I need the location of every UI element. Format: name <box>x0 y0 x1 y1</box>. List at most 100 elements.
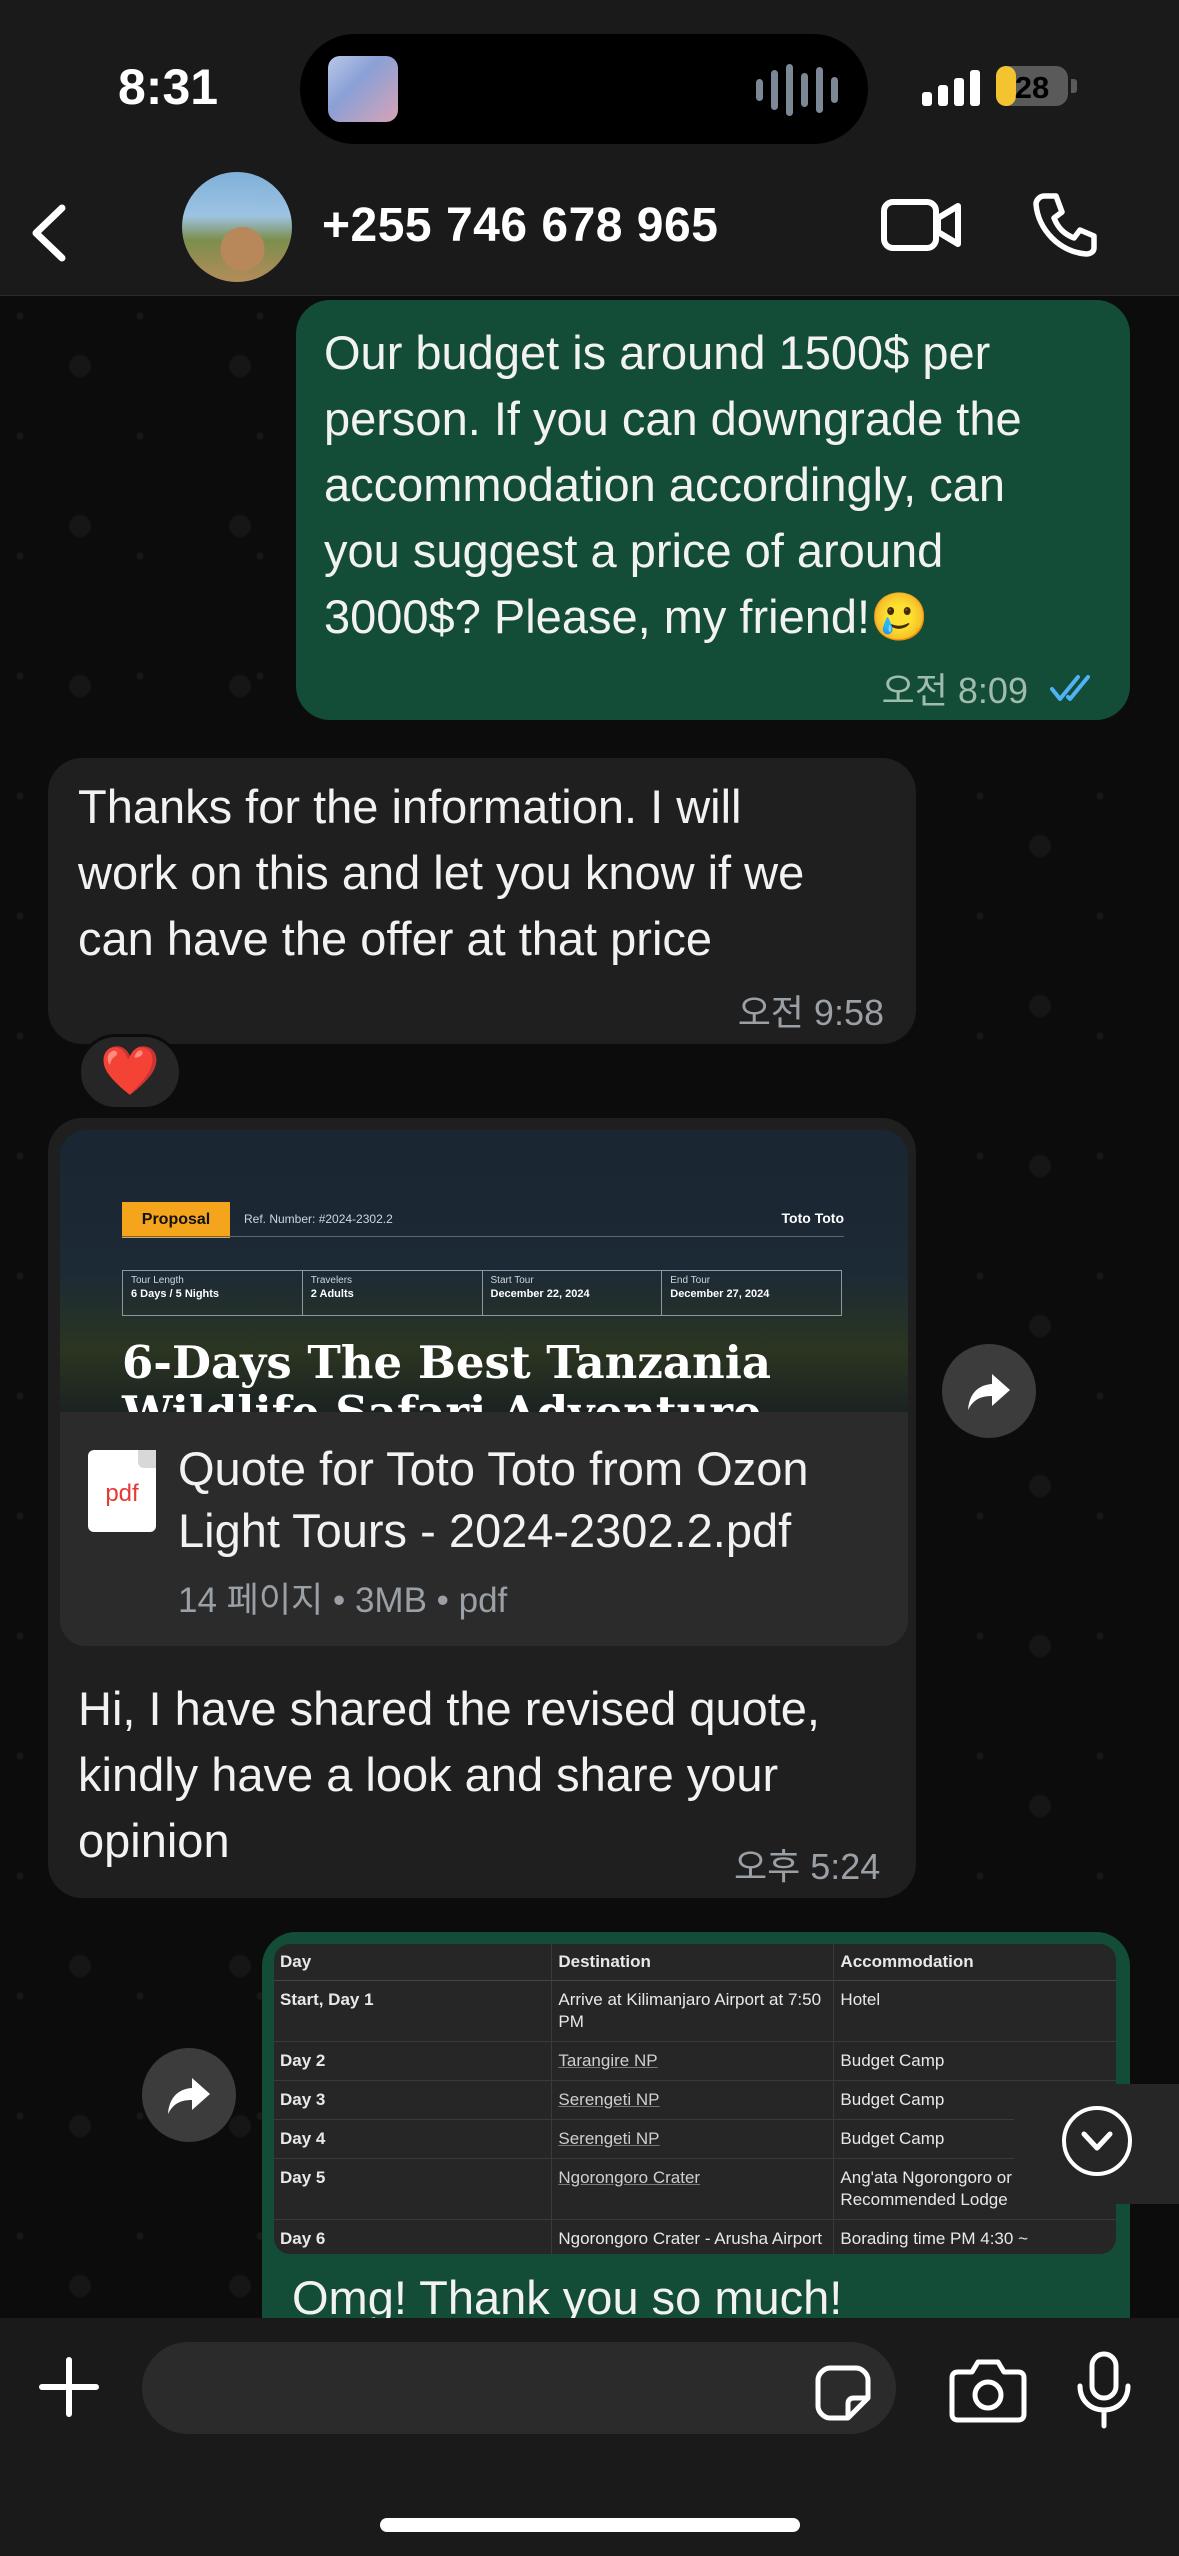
message-meta: 오전 8:09 <box>882 662 1100 714</box>
sticker-icon <box>815 2365 871 2421</box>
camera-icon <box>949 2359 1027 2423</box>
preview-title-line: Wildlife Safari Adventure <box>122 1388 771 1413</box>
plus-icon <box>39 2357 99 2417</box>
table-cell: Serengeti NP <box>551 2118 835 2158</box>
home-indicator[interactable] <box>380 2518 800 2532</box>
table-header-row: Day Destination Accommodation <box>274 1944 1116 1981</box>
message-text: Our budget is around 1500$ per person. I… <box>324 320 1022 650</box>
message-time: 오전 9:58 <box>737 992 884 1033</box>
message-line: work on this and let you know if we <box>78 846 805 899</box>
preview-title: 6-Days The Best Tanzania Wildlife Safari… <box>122 1336 772 1413</box>
field-label: End Tour <box>670 1275 711 1286</box>
table-cell: Day 5 <box>274 2157 553 2219</box>
message-line: person. If you can downgrade the <box>324 392 1022 445</box>
table-row: Day 3 Serengeti NP Budget Camp <box>274 2079 1116 2119</box>
table-cell: Ngorongoro Crater - Arusha Airport <box>551 2218 835 2254</box>
pdf-icon-label: pdf <box>105 1480 139 1507</box>
message-text: Omg! Thank you so much! <box>292 2271 843 2324</box>
document-caption: Hi, I have shared the revised quote, kin… <box>78 1676 820 1874</box>
battery-percent: 28 <box>1014 70 1050 105</box>
preview-ref-number: Ref. Number: #2024-2302.2 <box>244 1212 393 1226</box>
table-cell: Serengeti NP <box>551 2079 835 2119</box>
cellular-signal-icon <box>922 68 980 106</box>
schedule-table: Day Destination Accommodation Start, Day… <box>274 1944 1116 2254</box>
contact-avatar[interactable] <box>182 172 292 282</box>
phone-icon <box>1033 193 1097 257</box>
table-cell: Borading time PM 4:30 ~ <box>833 2218 1116 2254</box>
forward-table-button[interactable] <box>142 2048 236 2142</box>
document-preview[interactable]: Proposal Ref. Number: #2024-2302.2 Toto … <box>60 1130 908 1412</box>
table-row: Day 4 Serengeti NP Budget Camp <box>274 2118 1116 2158</box>
back-button[interactable] <box>22 198 82 268</box>
message-text: Thanks for the information. I will work … <box>78 774 804 972</box>
field-label: Tour Length <box>131 1275 184 1286</box>
document-file-name: Quote for Toto Toto from Ozon Light Tour… <box>178 1438 888 1562</box>
status-time: 8:31 <box>118 59 219 115</box>
attach-button[interactable] <box>38 2356 100 2418</box>
message-input-bar <box>0 2318 1179 2556</box>
outgoing-message[interactable]: Our budget is around 1500$ per person. I… <box>296 300 1130 720</box>
field-label: Start Tour <box>490 1275 534 1286</box>
preview-field: Tour Length 6 Days / 5 Nights <box>123 1271 303 1315</box>
table-row: Start, Day 1 Arrive at Kilimanjaro Airpo… <box>274 1979 1116 2041</box>
scroll-to-bottom-button[interactable] <box>1014 2084 1179 2204</box>
column-header: Day <box>274 1944 553 1981</box>
table-cell: Start, Day 1 <box>274 1979 553 2041</box>
table-cell: Arrive at Kilimanjaro Airport at 7:50 PM <box>551 1979 835 2041</box>
forward-document-button[interactable] <box>942 1344 1036 1438</box>
file-name-line: Quote for Toto Toto from Ozon <box>178 1442 809 1495</box>
table-cell: Budget Camp <box>833 2040 1116 2080</box>
preview-brand: Toto Toto <box>781 1210 844 1226</box>
video-call-button[interactable] <box>880 194 964 258</box>
heart-reaction[interactable]: ❤️ <box>78 1034 182 1110</box>
table-cell: Day 4 <box>274 2118 553 2158</box>
table-cell: Day 2 <box>274 2040 553 2080</box>
field-value: 2 Adults <box>310 1288 354 1300</box>
document-file-info[interactable]: pdf Quote for Toto Toto from Ozon Light … <box>60 1412 908 1646</box>
chevron-down-icon <box>1062 2106 1132 2176</box>
document-file-meta: 14 페이지 • 3MB • pdf <box>178 1581 508 1620</box>
column-header: Destination <box>551 1944 835 1981</box>
preview-details: Tour Length 6 Days / 5 Nights Travelers 2 … <box>122 1270 842 1316</box>
forward-icon <box>968 1374 1010 1410</box>
preview-field: End Tour December 27, 2024 <box>662 1271 841 1315</box>
forward-icon <box>168 2078 210 2114</box>
preview-divider <box>122 1236 844 1237</box>
message-input[interactable] <box>142 2342 896 2434</box>
message-line: accommodation accordingly, can <box>324 458 1005 511</box>
preview-badge: Proposal <box>122 1202 230 1238</box>
caption-line: opinion <box>78 1814 230 1867</box>
field-value: 6 Days / 5 Nights <box>131 1288 220 1300</box>
preview-title-line: 6-Days The Best Tanzania <box>122 1336 772 1389</box>
video-call-icon <box>881 199 961 251</box>
dynamic-island[interactable] <box>300 34 868 144</box>
voice-message-button[interactable] <box>1074 2350 1134 2430</box>
pdf-icon: pdf <box>88 1450 156 1532</box>
message-line: Thanks for the information. I will <box>78 780 742 833</box>
field-value: December 27, 2024 <box>670 1288 770 1300</box>
now-playing-thumbnail <box>328 56 398 122</box>
table-cell: Day 6 <box>274 2218 553 2254</box>
message-time: 오전 8:09 <box>881 670 1028 711</box>
column-header: Accommodation <box>833 1944 1116 1981</box>
table-row: Day 6 Ngorongoro Crater - Arusha Airport… <box>274 2218 1116 2254</box>
read-receipt-icon <box>1048 670 1100 712</box>
audio-wave-icon <box>756 64 838 116</box>
table-cell: Ngorongoro Crater <box>551 2157 835 2219</box>
status-bar: 8:31 28 <box>0 0 1179 170</box>
table-cell: Hotel <box>833 1979 1116 2041</box>
preview-field: Start Tour December 22, 2024 <box>483 1271 663 1315</box>
sticker-button[interactable] <box>814 2364 872 2422</box>
message-line: 3000$? Please, my friend!🥲 <box>324 590 929 643</box>
message-line: you suggest a price of around <box>324 524 944 577</box>
contact-name[interactable]: +255 746 678 965 <box>322 198 718 253</box>
camera-button[interactable] <box>948 2358 1028 2424</box>
back-icon <box>32 204 66 262</box>
voice-call-button[interactable] <box>1030 190 1100 260</box>
incoming-message[interactable]: Thanks for the information. I will work … <box>48 758 916 1044</box>
battery-cap <box>1071 79 1077 93</box>
file-name-line: Light Tours - 2024-2302.2.pdf <box>178 1504 792 1557</box>
microphone-icon <box>1077 2351 1131 2429</box>
message-time: 오후 5:24 <box>734 1846 881 1887</box>
table-cell: Tarangire NP <box>551 2040 835 2080</box>
